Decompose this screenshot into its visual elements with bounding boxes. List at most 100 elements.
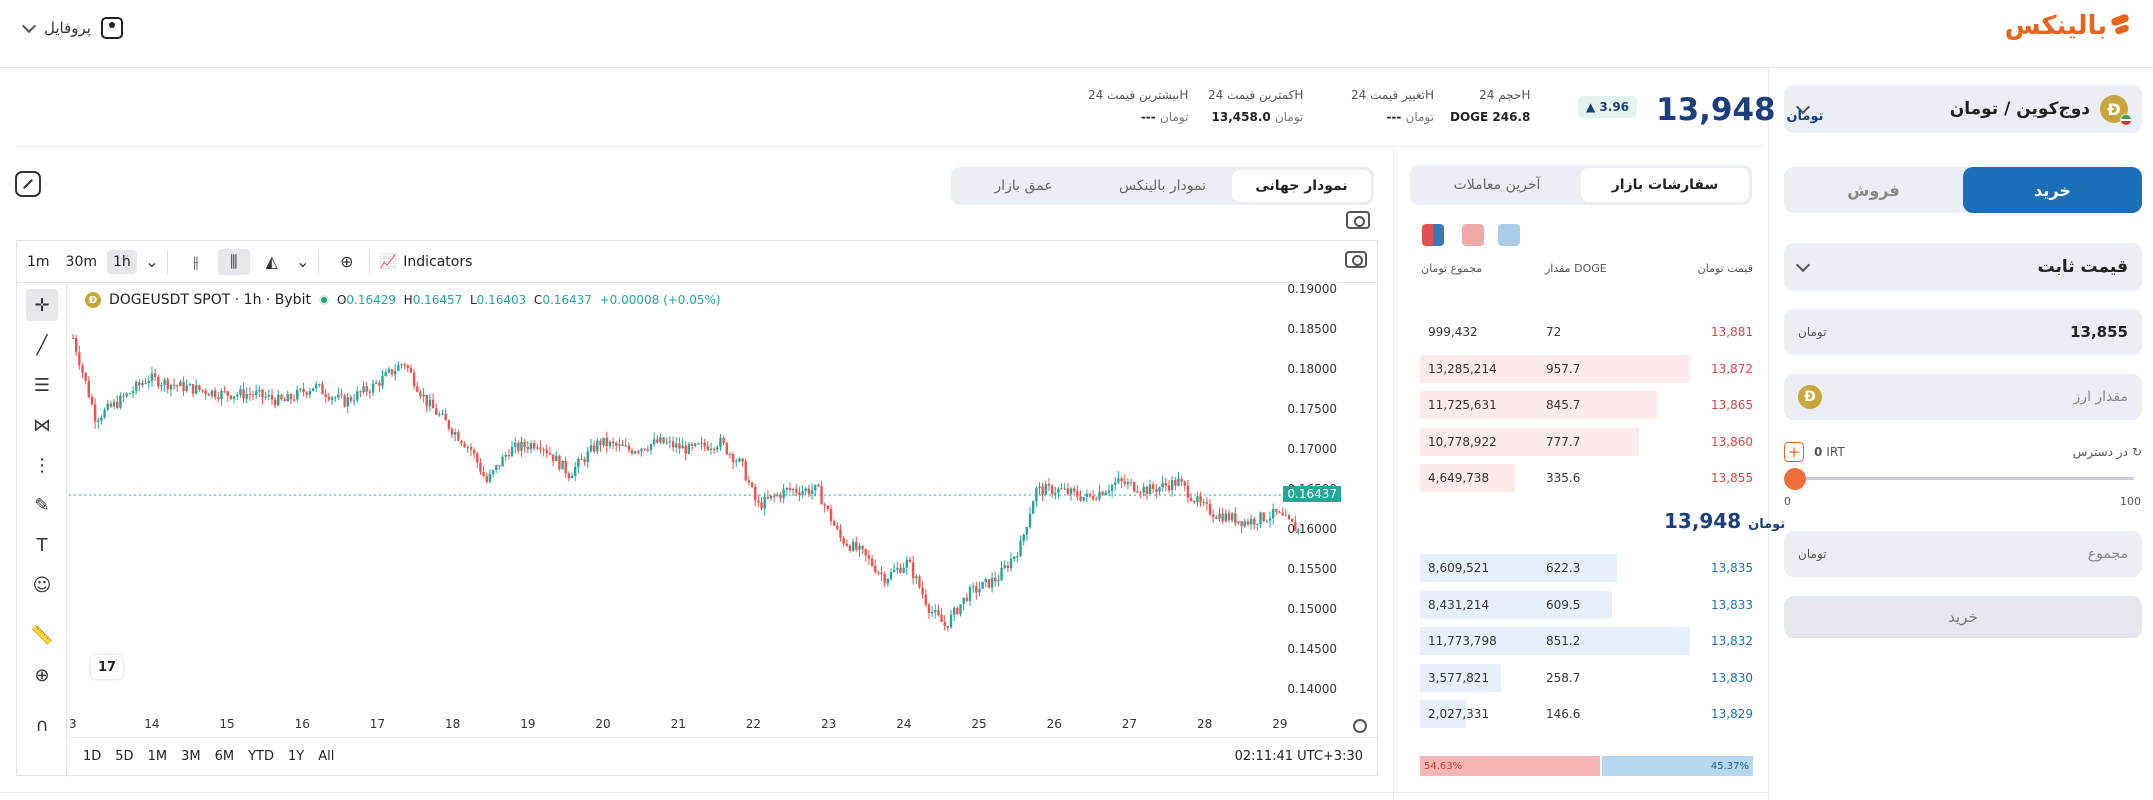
candle-body (788, 488, 792, 490)
drawing-toolbar: ✛ ╱ ☰ ⋈ ⋮ ✎ T ☺ 📏 ⊕ ∩ (17, 283, 67, 777)
snapshot-camera-icon[interactable] (1345, 251, 1367, 268)
candle-body (1082, 497, 1085, 501)
timeframe-1m[interactable]: 1m (21, 250, 56, 274)
deposit-plus-icon[interactable]: + (1784, 442, 1804, 462)
orderbook-row[interactable]: 11,725,631 845.7 13,865 (1420, 391, 1753, 420)
price-chart-canvas[interactable] (69, 285, 1299, 705)
crosshair-icon[interactable]: ✛ (26, 289, 58, 321)
range-all[interactable]: All (318, 749, 334, 764)
candle-body (842, 537, 845, 544)
indicators-button[interactable]: 📈 Indicators (380, 254, 473, 270)
price-input[interactable]: تومان 13,855 (1784, 309, 2142, 355)
orderbook-row[interactable]: 3,577,821 258.7 13,830 (1420, 663, 1753, 692)
submit-buy-button[interactable]: خرید (1784, 596, 2142, 638)
orderbook-bids-view-icon[interactable] (1498, 224, 1520, 246)
fib-lines-icon[interactable]: ☰ (26, 369, 58, 401)
tab-market-orders[interactable]: سفارشات بازار (1581, 168, 1749, 202)
amount-slider[interactable] (1784, 468, 2134, 490)
sell-tab[interactable]: فروش (1784, 167, 1963, 213)
row-amount: 851.2 (1546, 634, 1581, 649)
orderbook-row[interactable]: 8,609,521 622.3 13,835 (1420, 554, 1753, 582)
x-tick-label: 25 (971, 717, 987, 731)
change-value: --- (1386, 110, 1402, 124)
candle-body (1227, 513, 1231, 521)
x-tick-label: 18 (445, 717, 461, 731)
coin-pair-selector[interactable]: دوج‌کوین / تومان Ð (1784, 85, 2142, 133)
tab-market-depth[interactable]: عمق بازار (954, 170, 1093, 202)
candle-body (615, 443, 618, 446)
tradingview-logo[interactable]: 17 (91, 655, 123, 679)
projection-icon[interactable]: ⋮ (26, 449, 58, 481)
magnet-icon[interactable]: ∩ (26, 709, 58, 741)
settings-icon[interactable] (1353, 719, 1367, 733)
text-tool-icon[interactable]: T (26, 529, 58, 561)
slider-knob[interactable] (1784, 468, 1806, 490)
orderbook-row[interactable]: 13,285,214 957.7 13,872 (1420, 354, 1753, 383)
ruler-icon[interactable]: 📏 (26, 619, 58, 651)
orderbook-row[interactable]: 999,432 72 13,881 (1420, 318, 1753, 346)
bar-style-icon[interactable]: ⫲ (180, 249, 212, 275)
tab-global-chart[interactable]: نمودار جهانی (1232, 170, 1371, 202)
refresh-icon[interactable]: ↻ (2132, 445, 2142, 459)
candle-body (226, 391, 229, 396)
candle-body (1107, 490, 1111, 493)
candle-body (213, 390, 217, 398)
emoji-icon[interactable]: ☺ (26, 569, 58, 601)
pattern-icon[interactable]: ⋈ (26, 409, 58, 441)
expand-icon[interactable] (15, 171, 41, 197)
orderbook-row[interactable]: 8,431,214 609.5 13,833 (1420, 590, 1753, 619)
range-1y[interactable]: 1Y (288, 749, 304, 764)
camera-icon[interactable] (1346, 211, 1370, 229)
candle-body (1019, 541, 1022, 557)
total-input[interactable]: تومان مجموع (1784, 531, 2142, 577)
candle-body (318, 384, 321, 386)
orderbook-asks-view-icon[interactable] (1462, 224, 1484, 246)
amount-input[interactable]: Ð مقدار ارز (1784, 374, 2142, 420)
range-6m[interactable]: 6M (215, 749, 235, 764)
candle-body (570, 476, 574, 479)
orderbook-row[interactable]: 4,649,738 335.6 13,855 (1420, 464, 1753, 493)
orderbook-row[interactable]: 2,027,331 146.6 13,829 (1420, 700, 1753, 729)
candle-body (504, 454, 507, 457)
candles-style-icon[interactable]: ⫼ (217, 248, 250, 275)
tab-balinex-chart[interactable]: نمودار بالینکس (1093, 170, 1232, 202)
indicators-label: Indicators (403, 253, 473, 270)
orderbook-both-view-icon[interactable] (1422, 224, 1444, 246)
buy-tab[interactable]: خرید (1963, 167, 2142, 213)
balinex-logo[interactable]: بالینکس (2005, 8, 2131, 44)
candle-body (690, 443, 694, 446)
order-type-select[interactable]: قیمت ثابت (1784, 243, 2142, 291)
range-3m[interactable]: 3M (181, 749, 201, 764)
chart-clock[interactable]: 02:11:41 UTC+3:30 (1235, 749, 1363, 764)
profile-menu[interactable]: پروفایل (21, 17, 123, 39)
range-5d[interactable]: 5D (115, 749, 133, 764)
range-1m[interactable]: 1M (148, 749, 168, 764)
candle-body (207, 394, 211, 396)
trendline-icon[interactable]: ╱ (26, 329, 58, 361)
candle-body (482, 471, 485, 477)
brush-icon[interactable]: ✎ (26, 489, 58, 521)
candle-body (649, 444, 653, 450)
candle-body (416, 386, 419, 392)
candle-body (450, 428, 454, 435)
x-tick-label: 20 (595, 717, 611, 731)
zoom-in-icon[interactable]: ⊕ (26, 659, 58, 691)
area-style-icon[interactable]: ◭ (256, 249, 288, 275)
add-symbol-icon[interactable]: ⊕ (331, 249, 363, 275)
timeframe-30m[interactable]: 30m (60, 250, 103, 274)
candle-body (558, 455, 561, 470)
candle-body (100, 417, 103, 421)
orderbook-row[interactable]: 11,773,798 851.2 13,832 (1420, 627, 1753, 656)
range-ytd[interactable]: YTD (248, 749, 274, 764)
chart-type-dropdown-icon[interactable]: ⌄ (294, 249, 312, 275)
timeframe-1h[interactable]: 1h (107, 249, 137, 274)
candle-body (542, 449, 545, 451)
timeframe-dropdown-icon[interactable]: ⌄ (143, 249, 161, 275)
candle-body (74, 338, 78, 353)
chart-tabs: عمق بازار نمودار بالینکس نمودار جهانی (951, 167, 1374, 205)
candle-body (807, 488, 811, 494)
tab-last-trades[interactable]: آخرین معاملات (1413, 168, 1581, 202)
candle-body (529, 443, 533, 449)
orderbook-row[interactable]: 10,778,922 777.7 13,860 (1420, 427, 1753, 456)
range-1d[interactable]: 1D (83, 749, 101, 764)
